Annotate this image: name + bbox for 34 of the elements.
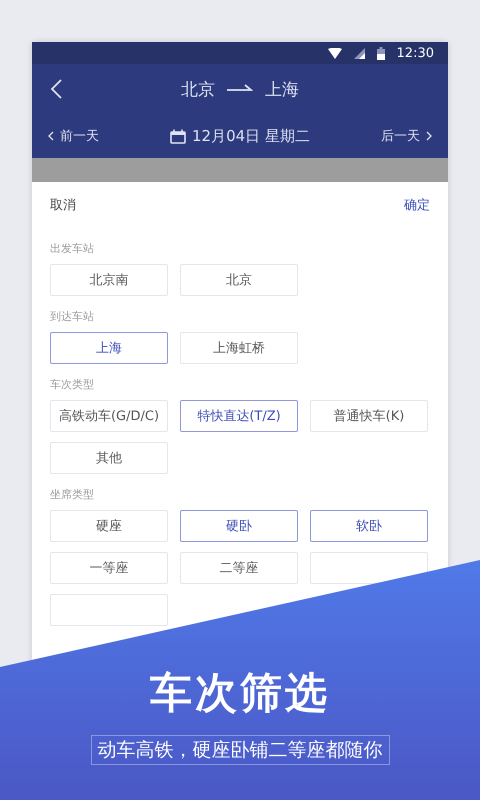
option-button[interactable]: 特快直达(T/Z) xyxy=(180,400,298,432)
signal-icon xyxy=(354,48,365,58)
option-button[interactable]: 二等座 xyxy=(180,552,298,584)
option-button[interactable]: 软卧 xyxy=(310,510,428,542)
option-button[interactable]: 其他 xyxy=(50,442,168,474)
back-icon[interactable] xyxy=(50,79,62,99)
section-title: 到达车站 xyxy=(50,309,95,325)
option-button[interactable]: 北京 xyxy=(180,264,298,296)
cancel-button[interactable]: 取消 xyxy=(50,196,76,214)
previous-day-button[interactable]: 前一天 xyxy=(48,127,99,145)
status-time: 12:30 xyxy=(396,46,434,60)
option-button[interactable]: 上海 xyxy=(50,332,168,364)
destination-city: 上海 xyxy=(265,78,299,100)
option-button[interactable]: 上海虹桥 xyxy=(180,332,298,364)
option-button[interactable]: 一等座 xyxy=(50,552,168,584)
section-title: 坐席类型 xyxy=(50,487,95,503)
origin-city: 北京 xyxy=(181,78,215,100)
wifi-icon xyxy=(328,48,342,58)
date-label[interactable]: 12月04日 星期二 xyxy=(192,126,310,146)
section-title: 车次类型 xyxy=(50,377,95,393)
option-button[interactable]: 硬卧 xyxy=(180,510,298,542)
confirm-button[interactable]: 确定 xyxy=(404,196,430,214)
chevron-left-icon xyxy=(48,131,54,141)
section-title: 出发车站 xyxy=(50,241,95,257)
battery-icon xyxy=(376,46,385,60)
promo-subtitle: 动车高铁，硬座卧铺二等座都随你 xyxy=(90,735,390,765)
option-button[interactable]: 高铁动车(G/D/C) xyxy=(50,400,168,432)
chevron-right-icon xyxy=(426,131,432,141)
option-button[interactable]: 硬座 xyxy=(50,510,168,542)
option-button[interactable]: 普通快车(K) xyxy=(310,400,428,432)
next-day-button[interactable]: 后一天 xyxy=(380,127,432,145)
calendar-icon xyxy=(170,128,186,144)
option-button[interactable]: 北京南 xyxy=(50,264,168,296)
promo-title: 车次筛选 xyxy=(150,667,330,719)
